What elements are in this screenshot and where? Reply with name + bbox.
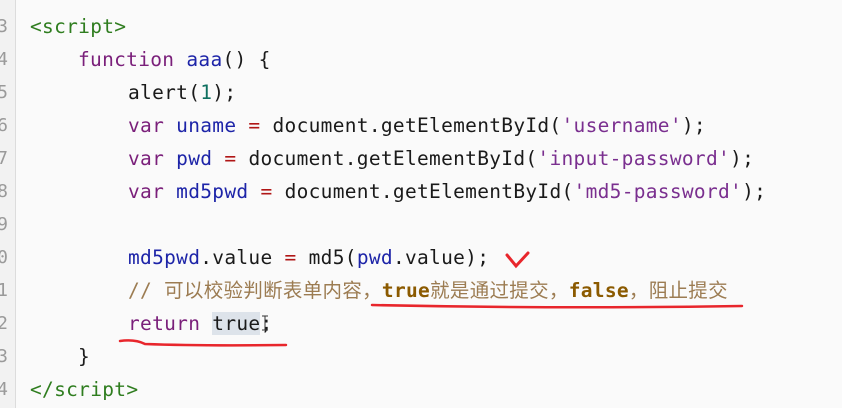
checkmark-annotation [505,251,530,269]
code-editor[interactable]: 3 4 5 6 7 8 9 0 1 2 3 4 <script> functio… [0,0,842,408]
annotation-layer [118,251,744,347]
underline-annotation [370,303,744,309]
text-cursor-icon [262,315,268,331]
underline-annotation [118,339,288,347]
